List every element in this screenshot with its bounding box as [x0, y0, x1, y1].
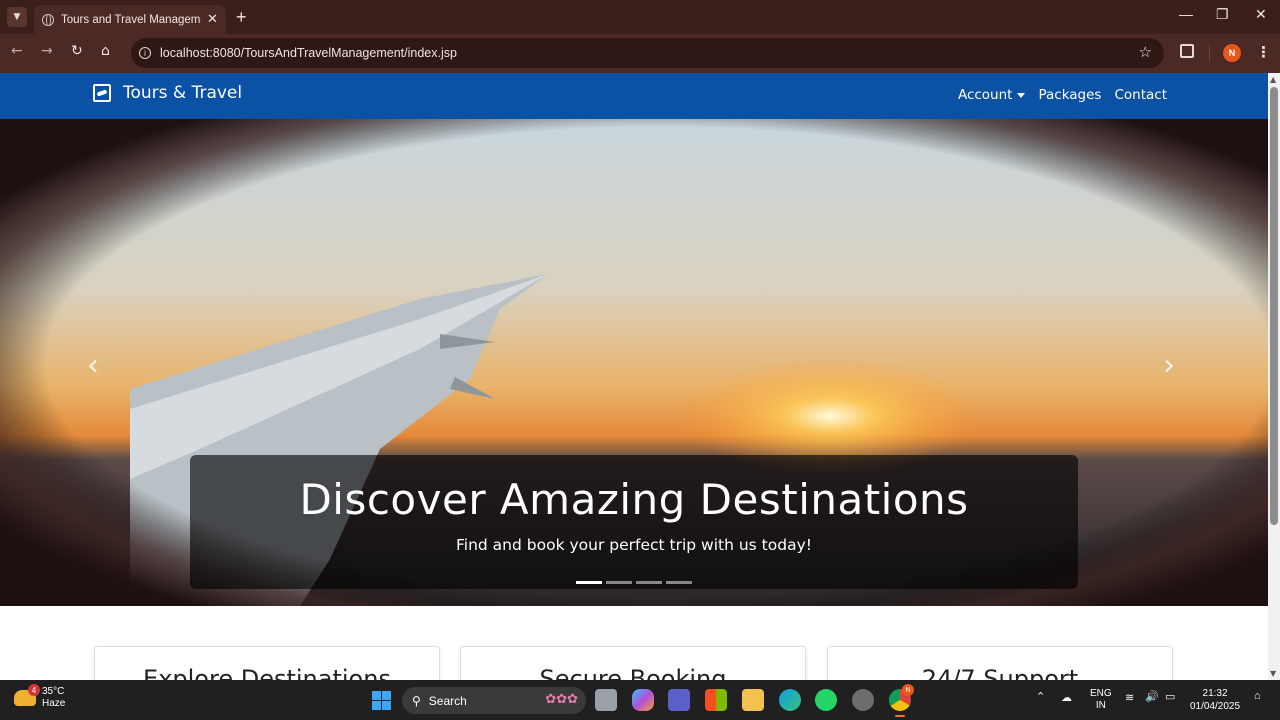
back-button[interactable]: ←: [11, 43, 23, 59]
home-button[interactable]: ⌂: [101, 43, 110, 59]
weather-desc: Haze: [42, 698, 66, 709]
whatsapp-icon[interactable]: [815, 689, 837, 711]
clock-date: 01/04/2025: [1190, 701, 1241, 712]
tab-search-button[interactable]: ▼: [7, 7, 27, 27]
toolbar-divider: [1209, 45, 1210, 61]
brand-link[interactable]: Tours & Travel: [93, 83, 242, 103]
battery-icon[interactable]: ▭: [1165, 690, 1175, 703]
reload-button[interactable]: ↻: [71, 43, 83, 59]
web-page: Tours & Travel Account Packages Contact: [0, 73, 1268, 680]
search-icon: ⚲: [412, 693, 421, 708]
chrome-icon[interactable]: N: [889, 684, 914, 717]
url-text: localhost:8080/ToursAndTravelManagement/…: [160, 46, 457, 60]
scrollbar-thumb[interactable]: [1270, 87, 1278, 525]
weather-widget[interactable]: 4 35°C Haze: [14, 684, 66, 710]
browser-tab[interactable]: Tours and Travel Management S ✕: [34, 5, 226, 34]
browser-menu-icon[interactable]: ⋮: [1256, 43, 1271, 61]
card-title: Secure Booking: [539, 665, 727, 680]
hero-caption: Discover Amazing Destinations Find and b…: [190, 455, 1078, 589]
card-title: 24/7 Support: [921, 665, 1079, 680]
minimize-button[interactable]: —: [1179, 6, 1193, 22]
copilot-icon[interactable]: [632, 689, 654, 711]
weather-icon: 4: [14, 684, 40, 706]
system-clock[interactable]: 21:32 01/04/2025: [1190, 687, 1240, 713]
browser-tab-strip: ▼ Tours and Travel Management S ✕ + — ❐ …: [0, 0, 1280, 34]
address-bar[interactable]: i localhost:8080/ToursAndTravelManagemen…: [131, 38, 1164, 68]
windows-taskbar: 4 35°C Haze ⚲ Search ✿✿✿ N ⌃ ☁ ENG IN ≋ …: [0, 680, 1280, 720]
chrome-profile-badge: N: [902, 684, 914, 696]
hero-title: Discover Amazing Destinations: [299, 475, 969, 524]
search-label: Search: [428, 693, 467, 708]
scroll-up-icon[interactable]: ▲: [1270, 75, 1276, 84]
edge-icon[interactable]: [779, 689, 801, 711]
carousel-indicator-3[interactable]: [636, 581, 662, 584]
hero-subtitle: Find and book your perfect trip with us …: [456, 536, 812, 554]
lang-line2: IN: [1095, 700, 1106, 711]
carousel-next-icon[interactable]: ›: [1163, 348, 1175, 383]
volume-icon[interactable]: 🔊: [1145, 690, 1159, 703]
nav-account-label: Account: [957, 87, 1013, 103]
forward-button[interactable]: →: [41, 43, 53, 59]
page-scrollbar[interactable]: ▲ ▼: [1268, 73, 1280, 680]
maximize-button[interactable]: ❐: [1216, 6, 1229, 23]
bookmark-star-icon[interactable]: ☆: [1139, 43, 1152, 61]
extensions-icon[interactable]: [1180, 44, 1194, 58]
profile-avatar[interactable]: N: [1223, 44, 1241, 62]
nav-links: Account Packages Contact: [958, 87, 1167, 103]
weather-badge: 4: [28, 684, 40, 696]
tulips-icon: ✿✿✿: [545, 692, 578, 707]
file-explorer-icon[interactable]: [742, 689, 764, 711]
lang-line1: ENG: [1090, 688, 1112, 699]
nav-packages-link[interactable]: Packages: [1038, 87, 1101, 103]
brand-name: Tours & Travel: [123, 83, 243, 103]
feature-card-support: 24/7 Support: [827, 646, 1173, 680]
carousel-prev-icon[interactable]: ‹: [87, 348, 99, 383]
close-window-button[interactable]: ✕: [1255, 6, 1267, 23]
nav-account-dropdown[interactable]: Account: [958, 87, 1026, 103]
tray-chevron-up-icon[interactable]: ⌃: [1036, 690, 1045, 703]
windows-start-icon[interactable]: [372, 691, 391, 710]
site-info-icon[interactable]: i: [139, 47, 151, 59]
scroll-down-icon[interactable]: ▼: [1270, 669, 1276, 678]
onedrive-icon[interactable]: ☁: [1061, 691, 1072, 704]
taskbar-search[interactable]: ⚲ Search ✿✿✿: [402, 687, 586, 714]
carousel-indicator-1[interactable]: [576, 581, 602, 584]
caret-down-icon: [1017, 92, 1026, 98]
input-language[interactable]: ENG IN: [1090, 688, 1112, 712]
feature-card-explore: Explore Destinations: [94, 646, 440, 680]
carousel-indicator-2[interactable]: [606, 581, 632, 584]
settings-gear-icon[interactable]: [852, 689, 874, 711]
site-navbar: Tours & Travel Account Packages Contact: [0, 73, 1268, 119]
globe-icon: [42, 13, 54, 26]
carousel-indicators: [576, 581, 692, 584]
task-view-icon[interactable]: [595, 689, 617, 711]
close-tab-icon[interactable]: ✕: [207, 12, 218, 27]
hero-carousel: ‹ › Discover Amazing Destinations Find a…: [0, 119, 1268, 606]
teams-icon[interactable]: [668, 689, 690, 711]
browser-toolbar: ← → ↻ ⌂ i localhost:8080/ToursAndTravelM…: [0, 34, 1280, 73]
clock-time: 21:32: [1202, 688, 1228, 699]
weather-temp: 35°C: [42, 686, 65, 697]
nav-contact-link[interactable]: Contact: [1114, 87, 1167, 103]
notification-bell-icon[interactable]: ⌂: [1254, 690, 1261, 702]
feature-card-booking: Secure Booking: [460, 646, 806, 680]
microsoft-store-icon[interactable]: [705, 689, 727, 711]
new-tab-button[interactable]: +: [236, 7, 247, 28]
tab-title: Tours and Travel Management S: [61, 13, 201, 26]
card-title: Explore Destinations: [143, 665, 391, 680]
wifi-icon[interactable]: ≋: [1125, 691, 1134, 704]
plane-logo-icon: [93, 84, 111, 102]
carousel-indicator-4[interactable]: [666, 581, 692, 584]
